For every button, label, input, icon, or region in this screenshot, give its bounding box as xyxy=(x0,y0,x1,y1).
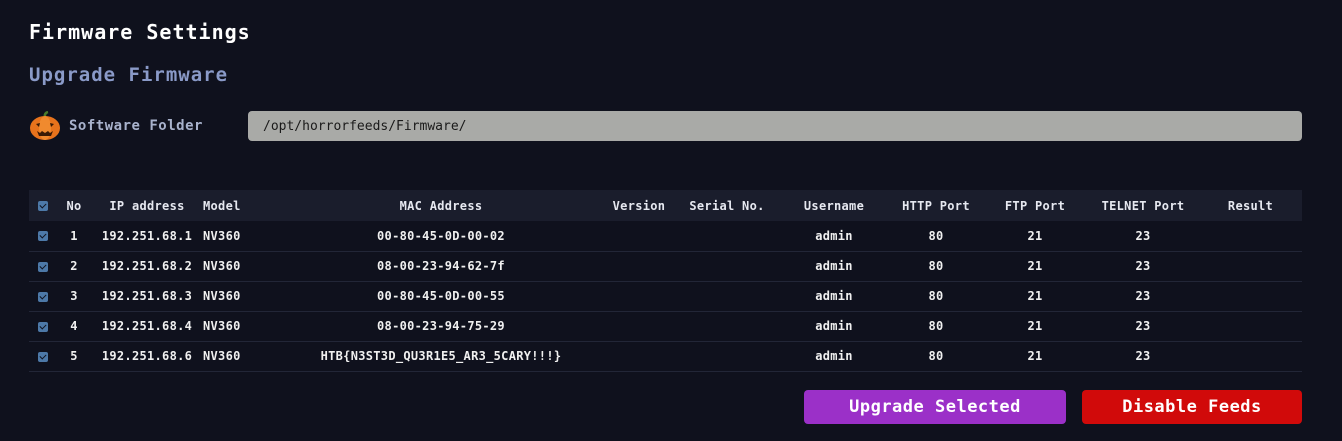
pumpkin-icon xyxy=(29,110,61,141)
cell-username: admin xyxy=(815,228,853,243)
cell-result xyxy=(1199,341,1302,371)
column-header: Model xyxy=(203,198,241,213)
cell-telnet-port: 23 xyxy=(1135,259,1151,273)
column-header: Username xyxy=(803,198,865,213)
cell-ip: 192.251.68.6 xyxy=(101,349,193,363)
disable-feeds-button[interactable]: Disable Feeds xyxy=(1082,390,1302,424)
cell-model: NV360 xyxy=(203,289,241,303)
column-header: MAC Address xyxy=(399,198,483,213)
cell-result xyxy=(1199,281,1302,311)
column-header: HTTP Port xyxy=(902,198,970,213)
cell-mac: 08-00-23-94-75-29 xyxy=(377,319,505,333)
table-row: 5 192.251.68.6 NV360 HTB{N3ST3D_QU3R1E5_… xyxy=(29,341,1302,371)
cell-mac: HTB{N3ST3D_QU3R1E5_AR3_5CARY!!!} xyxy=(320,349,562,363)
firmware-settings-page: Firmware Settings Upgrade Firmware Softw… xyxy=(0,0,1342,441)
row-checkbox[interactable] xyxy=(29,251,57,281)
cell-username: admin xyxy=(815,349,853,363)
software-folder-label: Software Folder xyxy=(69,118,203,134)
cell-model: NV360 xyxy=(203,259,241,273)
cell-ftp-port: 21 xyxy=(1027,349,1043,363)
row-checkbox[interactable] xyxy=(29,221,57,251)
cell-ip: 192.251.68.2 xyxy=(101,259,193,273)
row-checkbox[interactable] xyxy=(29,341,57,371)
software-folder-row: Software Folder xyxy=(29,110,1302,141)
cell-ftp-port: 21 xyxy=(1027,319,1043,333)
cell-telnet-port: 23 xyxy=(1135,289,1151,303)
cell-ftp-port: 21 xyxy=(1027,259,1043,273)
column-header: Version xyxy=(612,198,666,213)
cell-http-port: 80 xyxy=(928,228,944,243)
column-header: Serial No. xyxy=(689,198,765,213)
cell-ip: 192.251.68.4 xyxy=(101,319,193,333)
cell-result xyxy=(1199,311,1302,341)
row-checkbox[interactable] xyxy=(29,311,57,341)
cell-no: 1 xyxy=(70,228,78,243)
cell-username: admin xyxy=(815,319,853,333)
table-row: 2 192.251.68.2 NV360 08-00-23-94-62-7f a… xyxy=(29,251,1302,281)
cell-no: 5 xyxy=(70,349,78,363)
cell-ftp-port: 21 xyxy=(1027,228,1043,243)
cell-http-port: 80 xyxy=(928,259,944,273)
cell-serial xyxy=(675,281,779,311)
cell-ip: 192.251.68.1 xyxy=(101,228,193,243)
column-header: No xyxy=(66,198,82,213)
cell-username: admin xyxy=(815,289,853,303)
column-header: TELNET Port xyxy=(1101,198,1185,213)
cell-no: 3 xyxy=(70,289,78,303)
table-row: 4 192.251.68.4 NV360 08-00-23-94-75-29 a… xyxy=(29,311,1302,341)
cell-no: 2 xyxy=(70,259,78,273)
cell-ip: 192.251.68.3 xyxy=(101,289,193,303)
cell-telnet-port: 23 xyxy=(1135,319,1151,333)
cell-model: NV360 xyxy=(203,319,241,333)
cell-serial xyxy=(675,221,779,251)
page-title: Firmware Settings xyxy=(29,20,251,44)
device-table: No IP address Model MAC Address Version … xyxy=(29,190,1302,372)
upgrade-selected-button[interactable]: Upgrade Selected xyxy=(804,390,1066,424)
cell-version xyxy=(603,221,675,251)
cell-model: NV360 xyxy=(203,228,241,243)
select-all-checkbox[interactable] xyxy=(29,190,57,221)
cell-result xyxy=(1199,251,1302,281)
cell-result xyxy=(1199,221,1302,251)
cell-version xyxy=(603,251,675,281)
cell-version xyxy=(603,281,675,311)
cell-ftp-port: 21 xyxy=(1027,289,1043,303)
table-header-row: No IP address Model MAC Address Version … xyxy=(29,190,1302,221)
table-row: 1 192.251.68.1 NV360 00-80-45-0D-00-02 a… xyxy=(29,221,1302,251)
cell-http-port: 80 xyxy=(928,289,944,303)
cell-telnet-port: 23 xyxy=(1135,349,1151,363)
column-header: FTP Port xyxy=(1004,198,1066,213)
cell-username: admin xyxy=(815,259,853,273)
cell-http-port: 80 xyxy=(928,319,944,333)
cell-version xyxy=(603,311,675,341)
cell-telnet-port: 23 xyxy=(1135,228,1151,243)
table-row: 3 192.251.68.3 NV360 00-80-45-0D-00-55 a… xyxy=(29,281,1302,311)
cell-serial xyxy=(675,311,779,341)
column-header: IP address xyxy=(109,198,185,213)
software-folder-input[interactable] xyxy=(248,111,1302,141)
cell-serial xyxy=(675,251,779,281)
cell-serial xyxy=(675,341,779,371)
cell-mac: 00-80-45-0D-00-02 xyxy=(377,228,505,243)
column-header: Result xyxy=(1227,198,1274,213)
cell-model: NV360 xyxy=(203,349,241,363)
row-checkbox[interactable] xyxy=(29,281,57,311)
cell-no: 4 xyxy=(70,319,78,333)
cell-version xyxy=(603,341,675,371)
cell-mac: 08-00-23-94-62-7f xyxy=(377,259,505,273)
section-title: Upgrade Firmware xyxy=(29,64,229,86)
cell-http-port: 80 xyxy=(928,349,944,363)
cell-mac: 00-80-45-0D-00-55 xyxy=(377,289,505,303)
